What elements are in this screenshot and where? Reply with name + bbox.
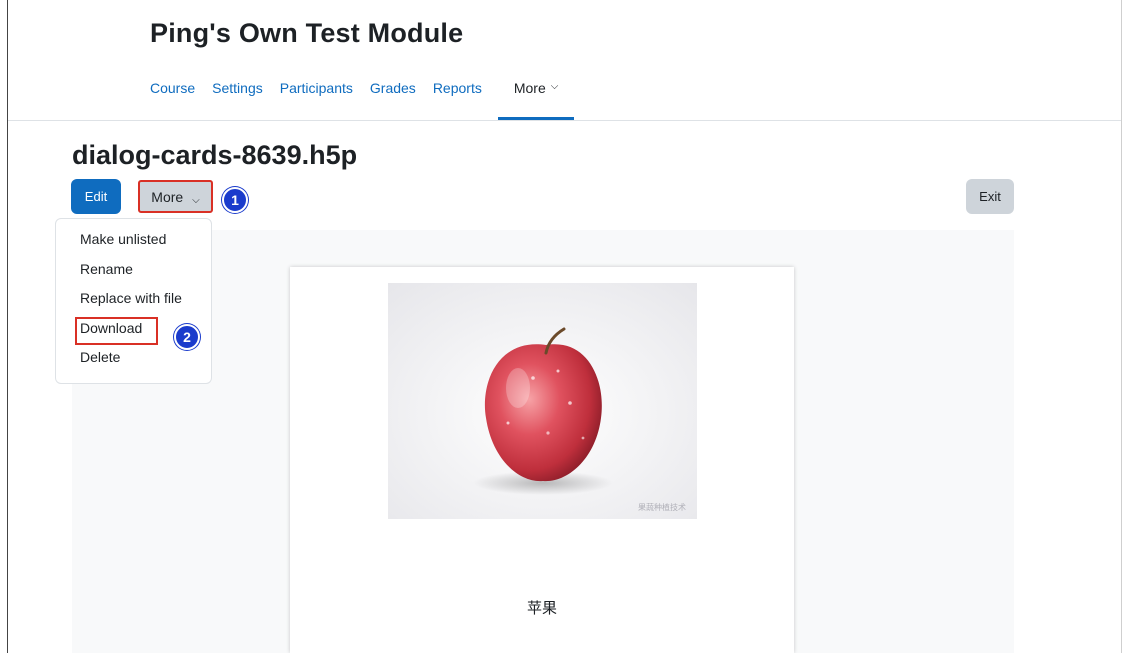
exit-button[interactable]: Exit [966,179,1014,214]
menu-item-replace-with-file[interactable]: Replace with file [56,284,211,314]
nav-grades[interactable]: Grades [370,80,431,120]
nav-reports[interactable]: Reports [433,80,497,120]
chevron-down-icon: ⌵ [192,194,200,206]
step-2-badge: 2 [174,324,200,350]
window-left-edge [7,0,8,653]
image-watermark: 果蔬种植技术 [638,502,686,512]
dialog-card: 果蔬种植技术 苹果 [290,267,794,653]
apple-image: 果蔬种植技术 [388,283,697,519]
nav-more[interactable]: More ⌵ [497,80,575,120]
step-1-badge: 1 [222,187,248,213]
nav-participants[interactable]: Participants [280,80,368,120]
page-title: dialog-cards-8639.h5p [72,140,358,170]
more-dropdown-menu: Make unlisted Rename Replace with file D… [55,218,212,384]
more-button-label: More [151,188,184,205]
nav-more-label: More [513,80,546,96]
chevron-down-icon: ⌵ [550,81,559,92]
menu-item-rename[interactable]: Rename [56,255,211,285]
card-text: 苹果 [526,599,557,617]
header-divider [8,120,1121,121]
edit-button[interactable]: Edit [71,179,121,214]
nav-course[interactable]: Course [150,80,210,120]
course-title: Ping's Own Test Module [150,18,464,48]
nav-settings[interactable]: Settings [212,80,278,120]
more-button[interactable]: More ⌵ [138,180,213,213]
menu-item-make-unlisted[interactable]: Make unlisted [56,225,211,255]
secondary-navigation: Course Settings Participants Grades Repo… [150,80,576,120]
